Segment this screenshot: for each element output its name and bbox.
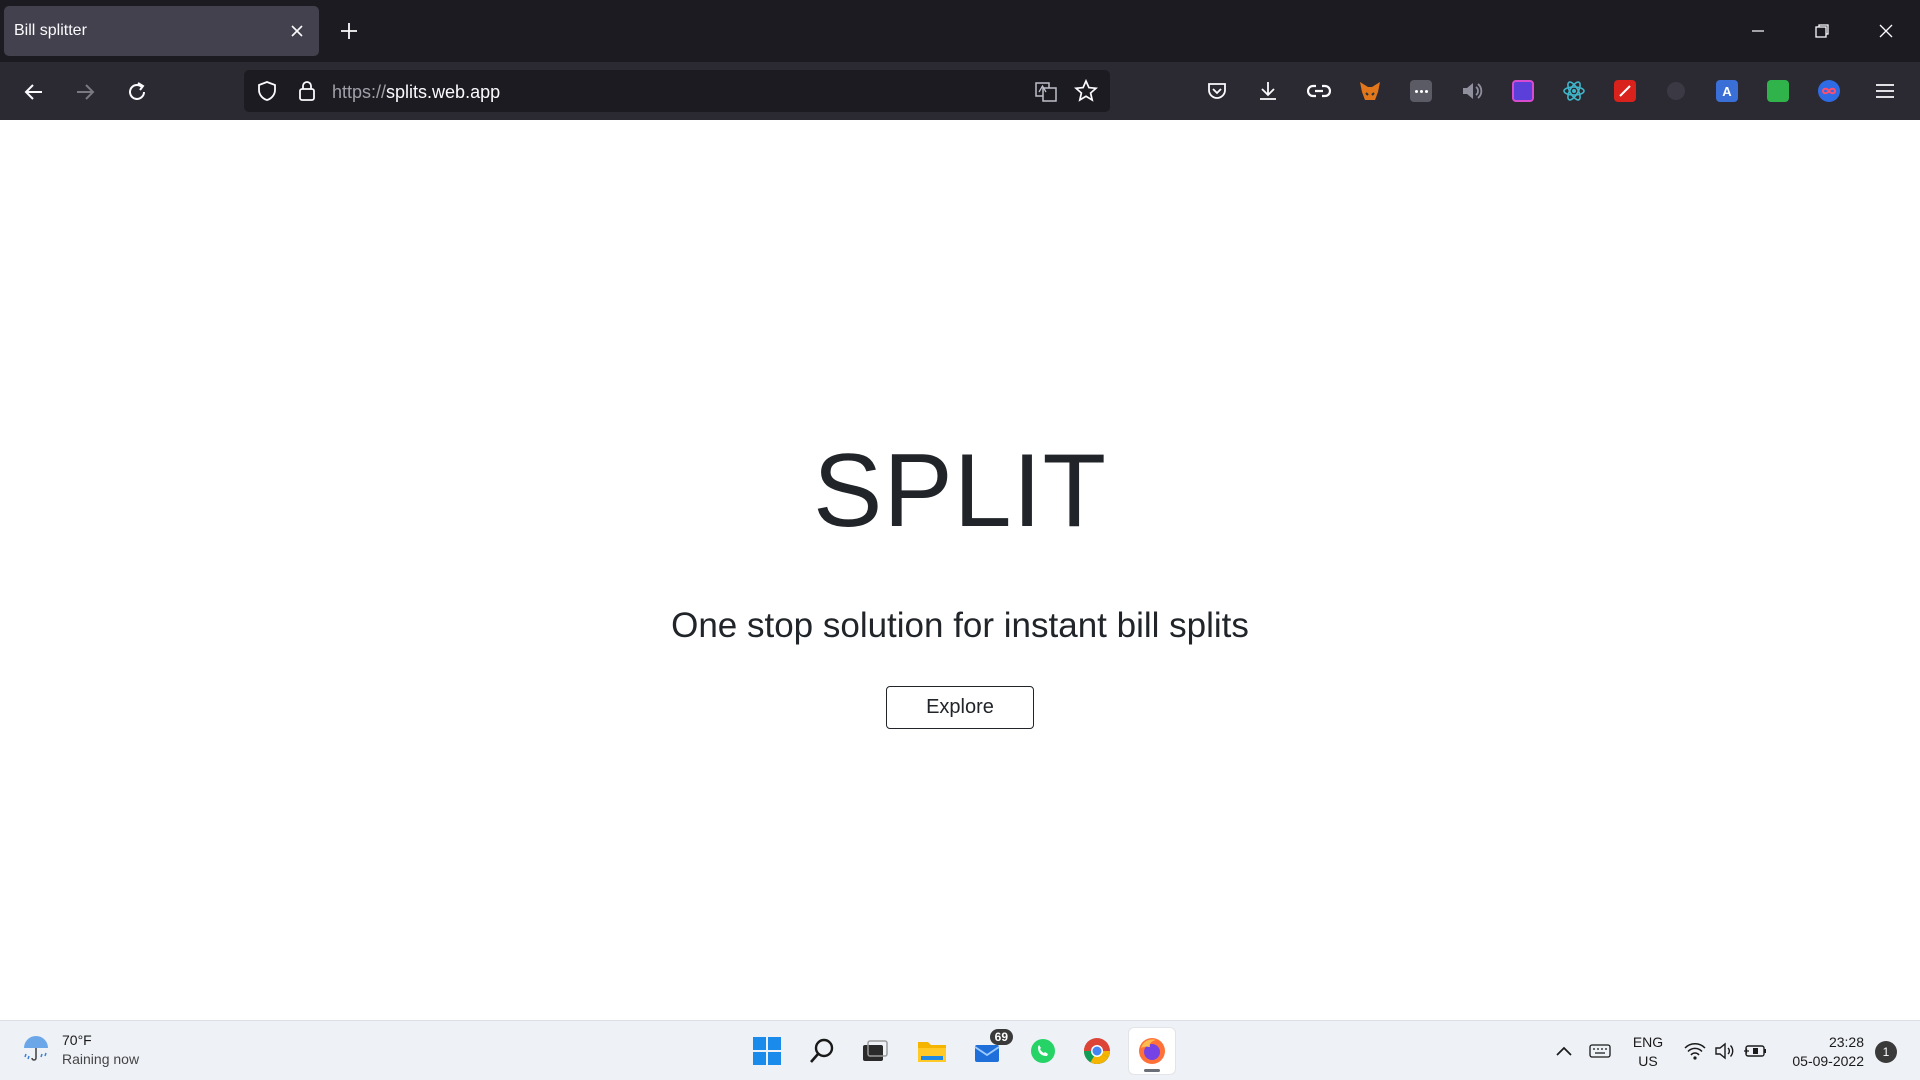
dots-extension-icon[interactable] bbox=[1404, 74, 1438, 108]
red-wand-extension-icon[interactable] bbox=[1608, 74, 1642, 108]
tab-title: Bill splitter bbox=[14, 22, 87, 39]
clock-date: 05-09-2022 bbox=[1792, 1053, 1864, 1069]
url-host: splits.web.app bbox=[386, 82, 501, 102]
url-text[interactable]: https://splits.web.app bbox=[332, 82, 500, 103]
weather-description: Raining now bbox=[62, 1051, 140, 1067]
weather-temperature: 70°F bbox=[62, 1032, 92, 1048]
rain-umbrella-icon bbox=[20, 1032, 52, 1069]
restore-button[interactable] bbox=[1802, 12, 1842, 50]
page-content: SPLIT One stop solution for instant bill… bbox=[0, 120, 1920, 1020]
language-region: US bbox=[1638, 1053, 1658, 1069]
explore-button[interactable]: Explore bbox=[886, 686, 1034, 729]
language-code: ENG bbox=[1632, 1034, 1664, 1050]
wifi-icon[interactable] bbox=[1682, 1033, 1708, 1069]
bookmark-star-icon[interactable] bbox=[1073, 78, 1099, 108]
link-extension-icon[interactable] bbox=[1302, 74, 1336, 108]
close-window-button[interactable] bbox=[1866, 12, 1906, 50]
metamask-fox-icon[interactable] bbox=[1353, 74, 1387, 108]
system-clock[interactable]: 23:28 05-09-2022 bbox=[1772, 1033, 1864, 1071]
start-button[interactable] bbox=[744, 1028, 790, 1074]
reload-button[interactable] bbox=[119, 74, 155, 110]
hamburger-menu-icon[interactable] bbox=[1868, 74, 1902, 108]
back-button[interactable] bbox=[16, 74, 52, 110]
close-tab-icon[interactable] bbox=[285, 19, 309, 43]
react-devtools-icon[interactable] bbox=[1557, 74, 1591, 108]
navigation-toolbar: https://splits.web.app A bbox=[0, 62, 1920, 120]
purple-extension-icon[interactable] bbox=[1506, 74, 1540, 108]
touch-keyboard-icon[interactable] bbox=[1588, 1033, 1612, 1069]
search-icon[interactable] bbox=[799, 1028, 845, 1074]
file-explorer-icon[interactable] bbox=[909, 1028, 955, 1074]
whatsapp-icon[interactable] bbox=[1020, 1028, 1066, 1074]
firefox-icon[interactable] bbox=[1129, 1028, 1175, 1074]
tab-bill-splitter[interactable]: Bill splitter bbox=[4, 6, 319, 56]
translate-icon[interactable] bbox=[1034, 80, 1058, 109]
url-bar[interactable]: https://splits.web.app bbox=[244, 70, 1110, 112]
language-indicator[interactable]: ENG US bbox=[1620, 1033, 1676, 1071]
downloads-icon[interactable] bbox=[1251, 74, 1285, 108]
lock-icon[interactable] bbox=[296, 80, 318, 107]
new-tab-button[interactable] bbox=[334, 16, 364, 46]
minimize-button[interactable] bbox=[1738, 12, 1778, 50]
browser-window: Bill splitter https://splits.web.app A S… bbox=[0, 0, 1920, 1080]
mail-app-icon[interactable]: 69 bbox=[965, 1028, 1013, 1074]
task-view-icon[interactable] bbox=[852, 1028, 898, 1074]
green-extension-icon[interactable] bbox=[1761, 74, 1795, 108]
page-title: SPLIT bbox=[813, 433, 1107, 549]
weather-widget[interactable]: 70°F Raining now bbox=[20, 1031, 139, 1069]
chrome-icon[interactable] bbox=[1074, 1028, 1120, 1074]
translate-extension-icon[interactable]: A bbox=[1710, 74, 1744, 108]
tab-strip: Bill splitter bbox=[0, 0, 1920, 62]
clock-time: 23:28 bbox=[1828, 1034, 1864, 1050]
active-app-indicator bbox=[1144, 1069, 1160, 1072]
speaker-extension-icon[interactable] bbox=[1455, 74, 1489, 108]
disabled-extension-icon[interactable] bbox=[1659, 74, 1693, 108]
show-hidden-icons-chevron-icon[interactable] bbox=[1552, 1033, 1576, 1069]
page-subtitle: One stop solution for instant bill split… bbox=[671, 606, 1249, 645]
mail-badge: 69 bbox=[989, 1029, 1013, 1045]
volume-icon[interactable] bbox=[1712, 1033, 1738, 1069]
taskbar: 70°F Raining now 69 ENG US 23:28 05-09-2… bbox=[0, 1020, 1920, 1080]
infinity-extension-icon[interactable] bbox=[1812, 74, 1846, 108]
pocket-icon[interactable] bbox=[1200, 74, 1234, 108]
forward-button[interactable] bbox=[67, 74, 103, 110]
battery-icon[interactable] bbox=[1742, 1033, 1768, 1069]
notification-count-badge[interactable]: 1 bbox=[1875, 1041, 1897, 1063]
url-scheme: https:// bbox=[332, 82, 387, 102]
shield-icon[interactable] bbox=[256, 80, 278, 107]
